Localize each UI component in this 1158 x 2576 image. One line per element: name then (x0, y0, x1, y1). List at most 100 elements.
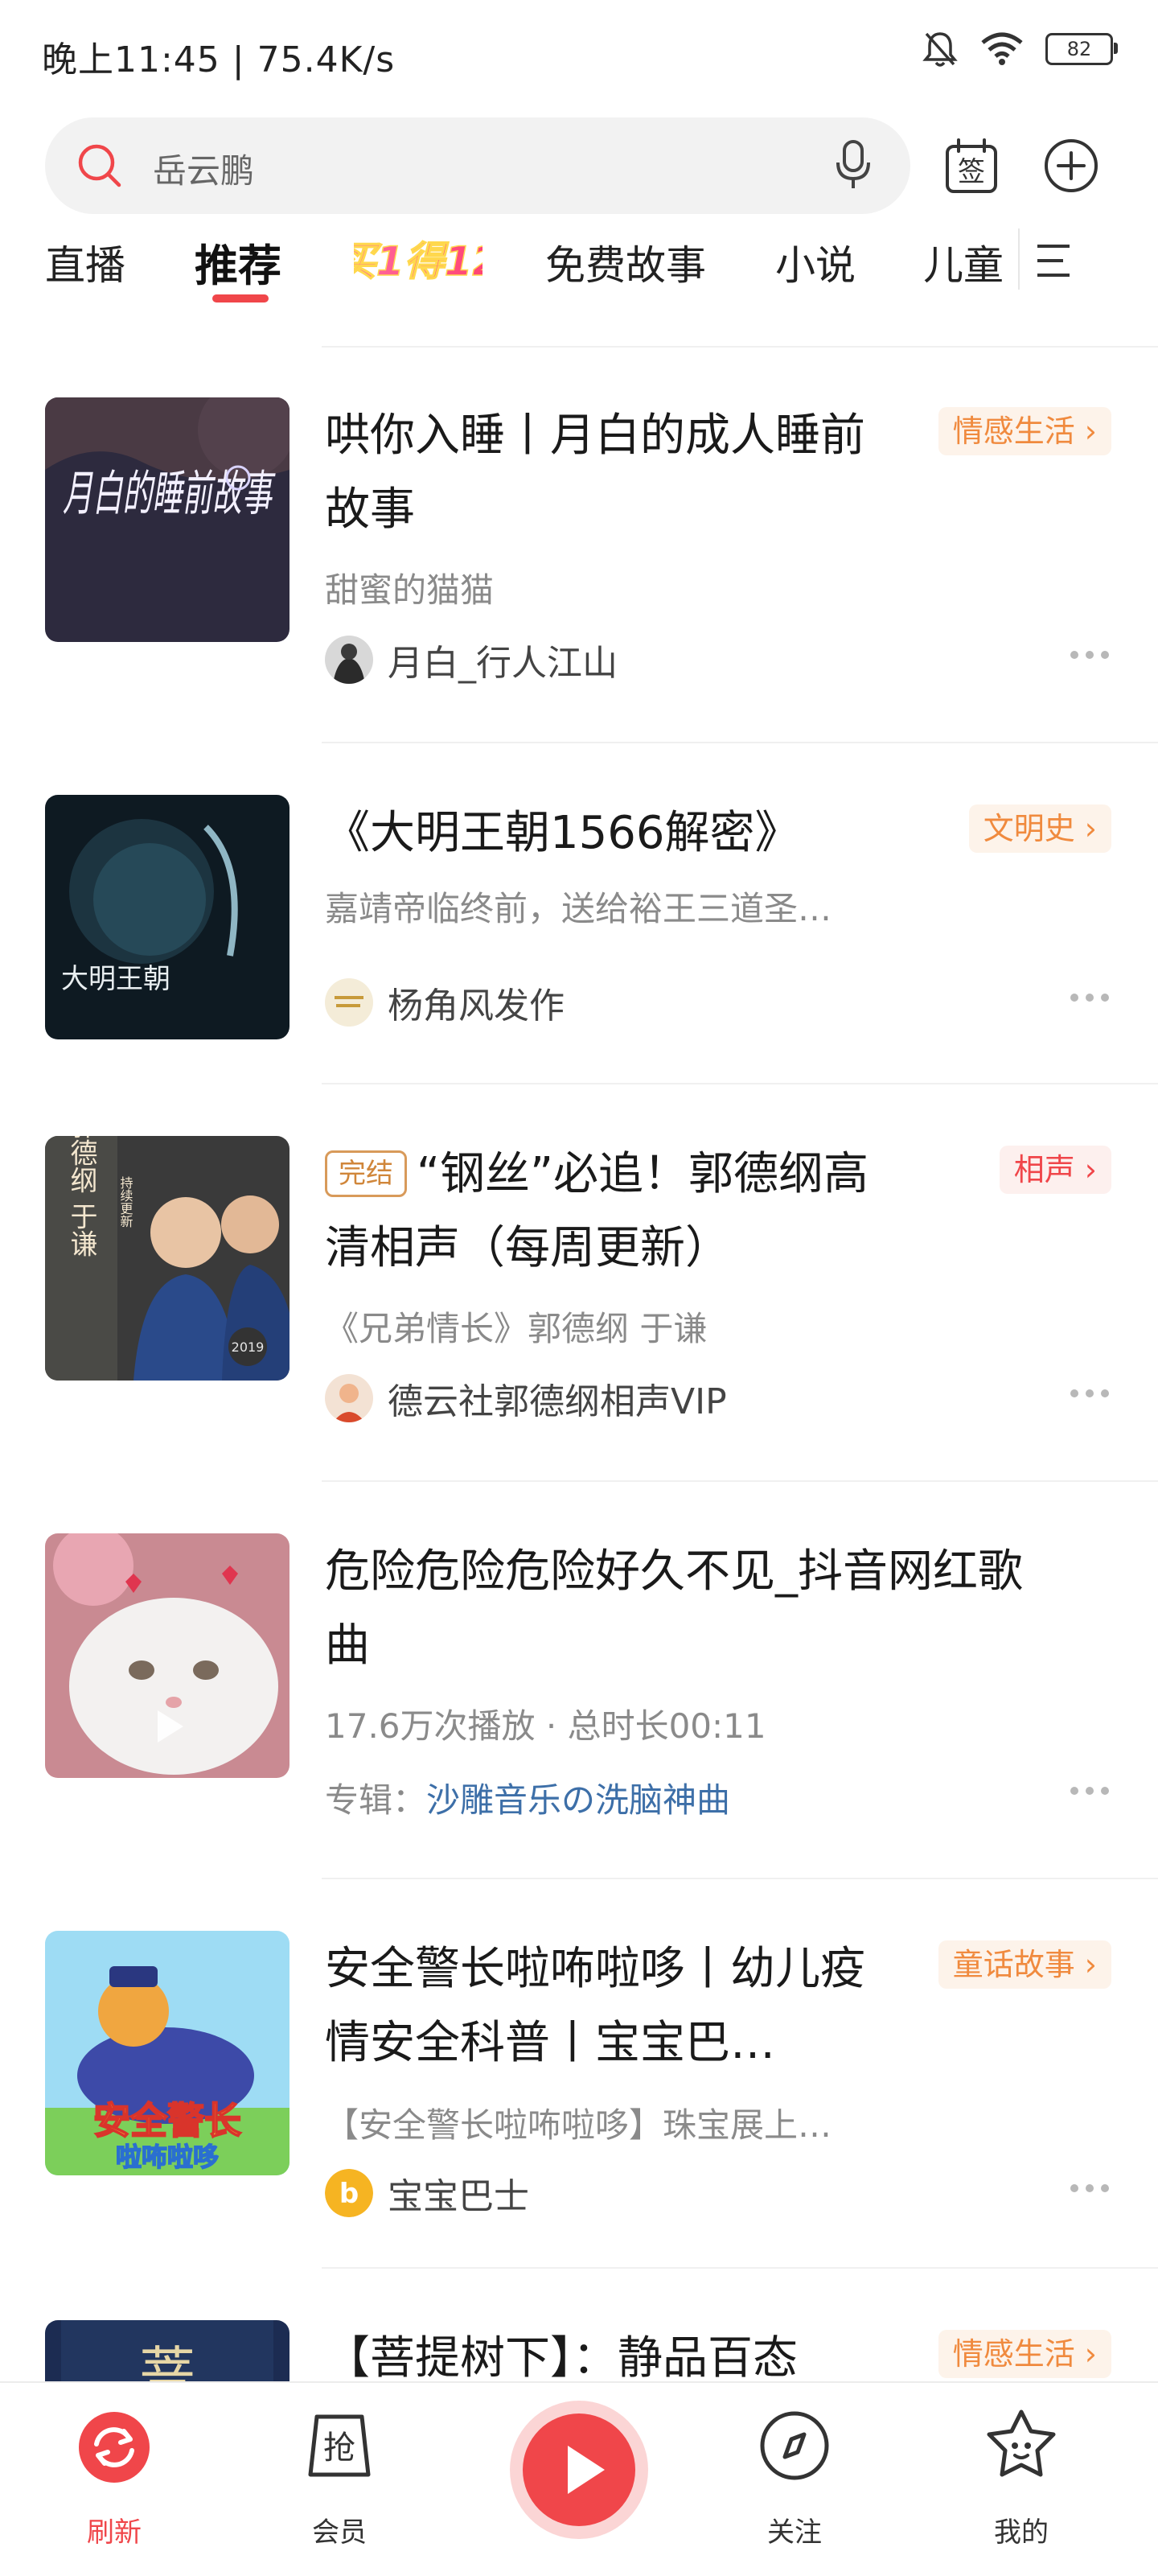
avatar (325, 978, 373, 1027)
vip-grab-icon: 抢 (308, 2414, 371, 2477)
cover-image: 月白的睡前故事 (45, 397, 290, 642)
status-time-speed: 晚上11:45 | 75.4K/s (42, 39, 396, 80)
compass-icon (760, 2411, 829, 2480)
cover-title-text: 月白的睡前故事 (63, 466, 276, 522)
author-name: 德云社郭德纲相声VIP (388, 1381, 727, 1422)
list-item[interactable]: 大明王朝 《大明王朝1566解密》 文明史 › 嘉靖帝临终前，送给裕王三道圣… … (0, 743, 1158, 1084)
cover-title-text: 郭德纲 于谦 (65, 1136, 97, 1257)
vip-glyph: 抢 (323, 2430, 355, 2467)
tab-promo-label: 买1得12 (354, 238, 482, 285)
nav-mine-label: 我的 (994, 2516, 1049, 2549)
category-tag[interactable]: 文明史 › (968, 804, 1111, 853)
item-subtitle: 甜蜜的猫猫 (325, 570, 495, 610)
active-tab-indicator (212, 294, 269, 302)
item-title: 安全警长啦咘啦哆丨幼儿疫情安全科普丨宝宝巴… (325, 1943, 865, 2069)
album-row[interactable]: 专辑：沙雕音乐の洗脑神曲 (325, 1773, 730, 1822)
tab-novel[interactable]: 小说 (775, 233, 856, 291)
author-row[interactable]: 杨角风发作 (325, 977, 565, 1028)
list-item[interactable]: 月白的睡前故事 哄你入睡丨月白的成人睡前故事 情感生活 › 甜蜜的猫猫 月白_行… (0, 346, 1158, 743)
microphone-icon[interactable] (833, 138, 873, 191)
play-button[interactable] (510, 2401, 648, 2539)
category-tag[interactable]: 情感生活 › (938, 2330, 1111, 2378)
cover-title-text: 大明王朝 (61, 963, 170, 995)
nav-refresh-label: 刷新 (87, 2516, 142, 2549)
item-subtitle: 嘉靖帝临终前，送给裕王三道圣… (325, 889, 832, 928)
nav-vip[interactable]: 抢 会员 (275, 2401, 404, 2549)
item-title: 哄你入睡丨月白的成人睡前故事 (325, 409, 865, 536)
category-tag[interactable]: 童话故事 › (938, 1940, 1111, 1989)
author-name: 月白_行人江山 (388, 643, 618, 684)
tab-divider (1018, 228, 1020, 290)
search-placeholder: 岳云鹏 (153, 151, 255, 191)
avatar: b (325, 2169, 373, 2217)
more-options-icon[interactable] (1068, 2182, 1111, 2195)
author-row[interactable]: 月白_行人江山 (325, 634, 618, 685)
cover-image: 大明王朝 (45, 795, 290, 1039)
item-subtitle: 《兄弟情长》郭德纲 于谦 (325, 1309, 708, 1348)
tab-promo[interactable]: 买1得12 (354, 235, 482, 286)
status-bar: 晚上11:45 | 75.4K/s 82 (0, 0, 1158, 105)
avatar (325, 636, 373, 684)
add-circle-icon[interactable] (1042, 137, 1100, 195)
search-row: 岳云鹏 签 (0, 117, 1158, 214)
search-input[interactable]: 岳云鹏 (45, 117, 910, 214)
nav-follow[interactable]: 关注 (730, 2401, 859, 2549)
item-title: 危险危险危险好久不见_抖音网红歌曲 (325, 1545, 1023, 1672)
tab-live[interactable]: 直播 (45, 233, 125, 291)
author-name: 宝宝巴士 (388, 2176, 529, 2217)
author-name: 杨角风发作 (388, 986, 565, 1027)
check-in-calendar-icon[interactable]: 签 (942, 137, 1000, 195)
refresh-icon (79, 2412, 150, 2483)
play-icon (568, 2446, 605, 2494)
more-options-icon[interactable] (1068, 991, 1111, 1004)
item-subtitle: 【安全警长啦咘啦哆】珠宝展上… (325, 2105, 832, 2145)
cover-year-text: 2019 (232, 1339, 265, 1355)
cover-subtitle-text: 持续更新 (118, 1176, 133, 1228)
category-tag-label: 童话故事 (952, 1947, 1075, 1982)
check-in-label: 签 (958, 156, 985, 188)
album-label: 专辑： (325, 1780, 427, 1820)
completed-badge: 完结 (325, 1150, 407, 1197)
bottom-navigation: 刷新 抢 会员 关注 我的 (0, 2381, 1158, 2576)
category-tag[interactable]: 情感生活 › (938, 407, 1111, 455)
cover-image (45, 1533, 290, 1778)
more-options-icon[interactable] (1068, 1387, 1111, 1400)
category-tag-label: 情感生活 (952, 414, 1075, 449)
tab-recommend[interactable]: 推荐 (195, 230, 281, 294)
album-link[interactable]: 沙雕音乐の洗脑神曲 (426, 1780, 730, 1820)
wifi-icon (981, 32, 1023, 65)
category-tag[interactable]: 相声 › (999, 1146, 1111, 1194)
category-tag-label: 相声 (1013, 1152, 1075, 1187)
category-tag-label: 情感生活 (952, 2336, 1075, 2372)
cover-subtitle-text: 啦咘啦哆 (116, 2142, 219, 2172)
category-tag-label: 文明史 (983, 811, 1075, 846)
list-item[interactable]: 郭德纲 于谦 持续更新 2019 完结 “钢丝”必追！郭德纲高清相声（每周更新） … (0, 1084, 1158, 1482)
cover-title-text: 安全警长 (93, 2099, 241, 2142)
battery-indicator: 82 (1045, 33, 1118, 65)
svg-text:b: b (339, 2178, 359, 2210)
menu-icon[interactable] (1031, 237, 1076, 285)
author-row[interactable]: b 宝宝巴士 (325, 2167, 529, 2219)
author-row[interactable]: 德云社郭德纲相声VIP (325, 1372, 727, 1424)
list-item[interactable]: 安全警长 啦咘啦哆 安全警长啦咘啦哆丨幼儿疫情安全科普丨宝宝巴… 童话故事 › … (0, 1879, 1158, 2269)
battery-level: 82 (1066, 38, 1092, 60)
nav-mine[interactable]: 我的 (957, 2401, 1086, 2549)
cover-image: 安全警长 啦咘啦哆 (45, 1931, 290, 2175)
more-options-icon[interactable] (1068, 648, 1111, 661)
nav-vip-label: 会员 (312, 2516, 367, 2549)
profile-star-icon (987, 2409, 1056, 2477)
nav-follow-label: 关注 (767, 2516, 822, 2549)
nav-refresh[interactable]: 刷新 (50, 2401, 179, 2549)
tab-children[interactable]: 儿童 (923, 233, 1004, 291)
item-title: 《大明王朝1566解密》 (325, 807, 800, 859)
cover-image: 郭德纲 于谦 持续更新 2019 (45, 1136, 290, 1381)
mute-bell-icon (922, 32, 958, 67)
play-stats: 17.6万次播放 · 总时长00:11 (325, 1706, 766, 1746)
tab-free-stories[interactable]: 免费故事 (545, 233, 706, 291)
item-title: 完结 “钢丝”必追！郭德纲高清相声（每周更新） (325, 1138, 904, 1286)
avatar (325, 1374, 373, 1422)
list-item[interactable]: 危险危险危险好久不见_抖音网红歌曲 17.6万次播放 · 总时长00:11 专辑… (0, 1482, 1158, 1879)
category-tabs: 直播 推荐 买1得12 免费故事 小说 儿童 (0, 225, 1158, 314)
status-icons: 82 (922, 29, 1118, 69)
more-options-icon[interactable] (1068, 1784, 1111, 1797)
